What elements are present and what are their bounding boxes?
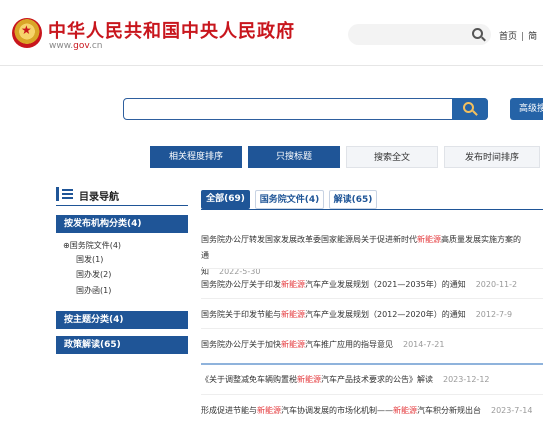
search-icon: [463, 102, 474, 113]
result-title-part: 国务院关于印发节能与: [201, 310, 281, 319]
result-highlight: 新能源: [393, 406, 417, 415]
top-links: 首页 | 简: [499, 29, 537, 42]
section-divider: [201, 363, 543, 365]
national-emblem-icon[interactable]: [12, 18, 42, 48]
search-icon[interactable]: [472, 28, 483, 39]
result-date: 2014-7-21: [403, 340, 445, 349]
result-date: 2023-12-12: [443, 375, 490, 384]
site-url: www.gov.cn: [49, 41, 103, 51]
result-divider: [201, 394, 543, 395]
tab-interpretation[interactable]: 解读(65): [329, 190, 377, 209]
result-highlight: 新能源: [297, 375, 321, 384]
result-highlight: 新能源: [417, 235, 441, 244]
result-highlight: 新能源: [281, 280, 305, 289]
full-text-button[interactable]: 搜索全文: [346, 146, 438, 168]
tab-underline: [201, 209, 543, 210]
nav-divider: [56, 205, 188, 206]
tab-state-council-docs[interactable]: 国务院文件(4): [255, 190, 324, 209]
nav-title: 目录导航: [79, 192, 119, 203]
result-title-part: 国务院办公厅转发国家发展改革委国家能源局关于促进新时代: [201, 235, 417, 244]
url-suffix: .cn: [88, 41, 103, 51]
nav-item-guobanhan[interactable]: 国办函(1): [76, 285, 111, 296]
result-item[interactable]: 《关于调整减免车辆购置税新能源汽车产品技术要求的公告》解读 2023-12-12: [201, 372, 521, 388]
nav-group-by-agency[interactable]: 按发布机构分类(4): [56, 215, 188, 233]
link-separator: |: [521, 32, 525, 42]
tab-all[interactable]: 全部(69): [201, 190, 250, 209]
main-search-input[interactable]: [123, 98, 488, 120]
result-title-part: 汽车积分新规出台: [417, 406, 481, 415]
result-title-part: 汽车协调发展的市场化机制——: [281, 406, 393, 415]
result-item[interactable]: 国务院办公厅关于印发新能源汽车产业发展规划（2021—2035年）的通知 2020…: [201, 277, 521, 293]
url-gov: gov: [73, 41, 89, 51]
result-title-part: 汽车产业发展规划（2021—2035年）的通知: [305, 280, 466, 289]
list-icon: [62, 189, 73, 199]
result-date: 2020-11-2: [475, 280, 518, 289]
result-title-part: 国务院办公厅关于加快: [201, 340, 281, 349]
result-item[interactable]: 形成促进节能与新能源汽车协调发展的市场化机制——新能源汽车积分新规出台 2023-…: [201, 403, 541, 419]
sort-by-date-button[interactable]: 发布时间排序: [444, 146, 540, 168]
result-title-part: 汽车产业发展规划（2012—2020年）的通知: [305, 310, 466, 319]
nav-header: 目录导航: [56, 186, 188, 204]
nav-item-guofa[interactable]: 国发(1): [76, 254, 103, 265]
result-divider: [201, 298, 543, 299]
result-date: 2023-7-14: [491, 406, 533, 415]
nav-group-policy-interpretation[interactable]: 政策解读(65): [56, 336, 188, 354]
result-divider: [201, 268, 543, 269]
result-title-part: 国务院办公厅关于印发: [201, 280, 281, 289]
result-date: 2012-7-9: [475, 310, 513, 319]
nav-item-guobanfa[interactable]: 国办发(2): [76, 269, 111, 280]
nav-accent-bar: [56, 187, 59, 201]
result-title-part: 形成促进节能与: [201, 406, 257, 415]
result-highlight: 新能源: [257, 406, 281, 415]
result-title-part: 汽车产品技术要求的公告》解读: [321, 375, 433, 384]
sort-by-relevance-button[interactable]: 相关程度排序: [150, 146, 242, 168]
result-item[interactable]: 国务院办公厅关于加快新能源汽车推广应用的指导意见 2014-7-21: [201, 337, 521, 353]
nav-group-by-topic[interactable]: 按主题分类(4): [56, 311, 188, 329]
site-header: 中华人民共和国中央人民政府 www.gov.cn 首页 |简: [0, 0, 543, 66]
result-highlight: 新能源: [281, 310, 305, 319]
url-prefix: www.: [49, 41, 74, 51]
main-search-button[interactable]: [452, 98, 488, 120]
nav-item-state-council-docs[interactable]: ⊕国务院文件(4): [63, 240, 121, 251]
simplified-link[interactable]: 简: [528, 29, 537, 42]
result-title-part: 《关于调整减免车辆购置税: [201, 375, 297, 384]
result-item[interactable]: 国务院办公厅转发国家发展改革委国家能源局关于促进新时代新能源高质量发展实施方案的…: [201, 232, 521, 280]
result-title-part: 汽车推广应用的指导意见: [305, 340, 393, 349]
title-only-button[interactable]: 只搜标题: [248, 146, 340, 168]
site-title[interactable]: 中华人民共和国中央人民政府: [48, 17, 295, 43]
header-search-input[interactable]: [348, 24, 491, 45]
home-link[interactable]: 首页: [499, 29, 517, 42]
result-divider: [201, 328, 543, 329]
result-item[interactable]: 国务院关于印发节能与新能源汽车产业发展规划（2012—2020年）的通知 2012…: [201, 307, 521, 323]
result-highlight: 新能源: [281, 340, 305, 349]
advanced-search-button[interactable]: 高级搜: [510, 98, 543, 120]
